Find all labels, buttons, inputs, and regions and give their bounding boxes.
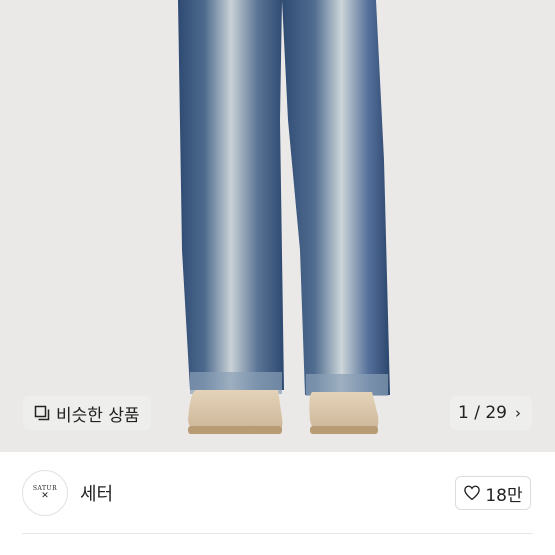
shop-row: SATUR ✕ 세터 18만 [0, 452, 555, 532]
similar-items-label: 비슷한 상품 [56, 405, 140, 426]
chevron-right-icon: › [514, 404, 521, 422]
like-button[interactable]: 18만 [455, 476, 531, 510]
jeans-photo [0, 0, 555, 452]
shop-logo-mark: ✕ [41, 491, 49, 501]
similar-items-button[interactable]: 비슷한 상품 [23, 396, 151, 430]
like-count: 18만 [485, 485, 523, 506]
similar-items-icon [34, 405, 50, 421]
image-counter-button[interactable]: 1 / 29 › [450, 396, 532, 430]
divider [22, 533, 533, 534]
product-image[interactable]: 비슷한 상품 1 / 29 › [0, 0, 555, 452]
shop-name[interactable]: 세터 [80, 480, 113, 506]
shop-avatar[interactable]: SATUR ✕ [22, 470, 68, 516]
heart-icon [464, 485, 481, 501]
image-counter: 1 / 29 [458, 403, 507, 423]
